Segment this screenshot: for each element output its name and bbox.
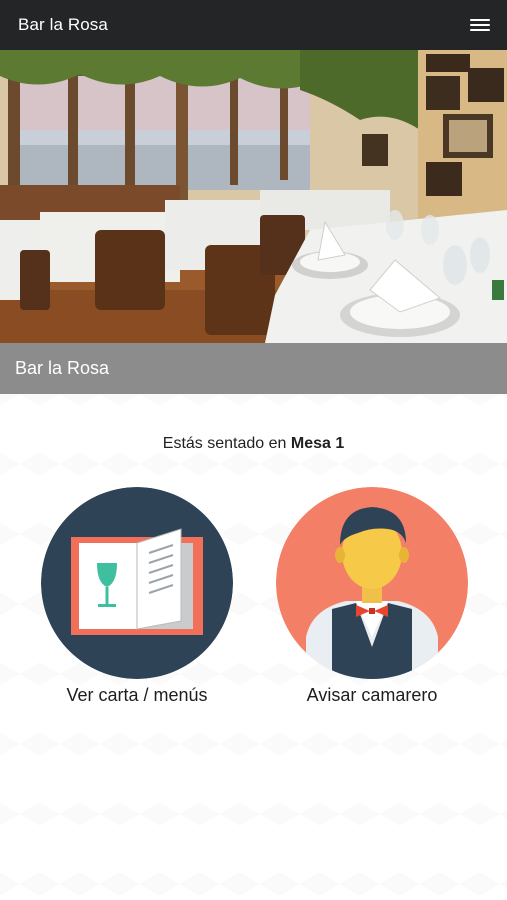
table-status: Estás sentado en Mesa 1 — [0, 435, 507, 453]
app-title: Bar la Rosa — [18, 15, 108, 34]
table-status-prefix: Estás sentado en — [162, 435, 291, 452]
app-header: Bar la Rosa — [0, 0, 507, 50]
call-waiter-label: Avisar camarero — [306, 685, 438, 705]
venue-name: Bar la Rosa — [15, 358, 110, 378]
call-waiter-button[interactable]: Avisar camarero — [276, 487, 468, 706]
view-menu-label: Ver carta / menús — [66, 685, 208, 705]
view-menu-button[interactable]: Ver carta / menús — [41, 487, 233, 706]
hero-caption-bar: Bar la Rosa — [0, 343, 507, 394]
menu-book-icon[interactable] — [41, 487, 233, 679]
table-number: Mesa 1 — [290, 435, 345, 452]
hamburger-icon[interactable] — [470, 17, 490, 33]
waiter-icon[interactable] — [276, 487, 468, 679]
hero-image — [0, 50, 507, 343]
